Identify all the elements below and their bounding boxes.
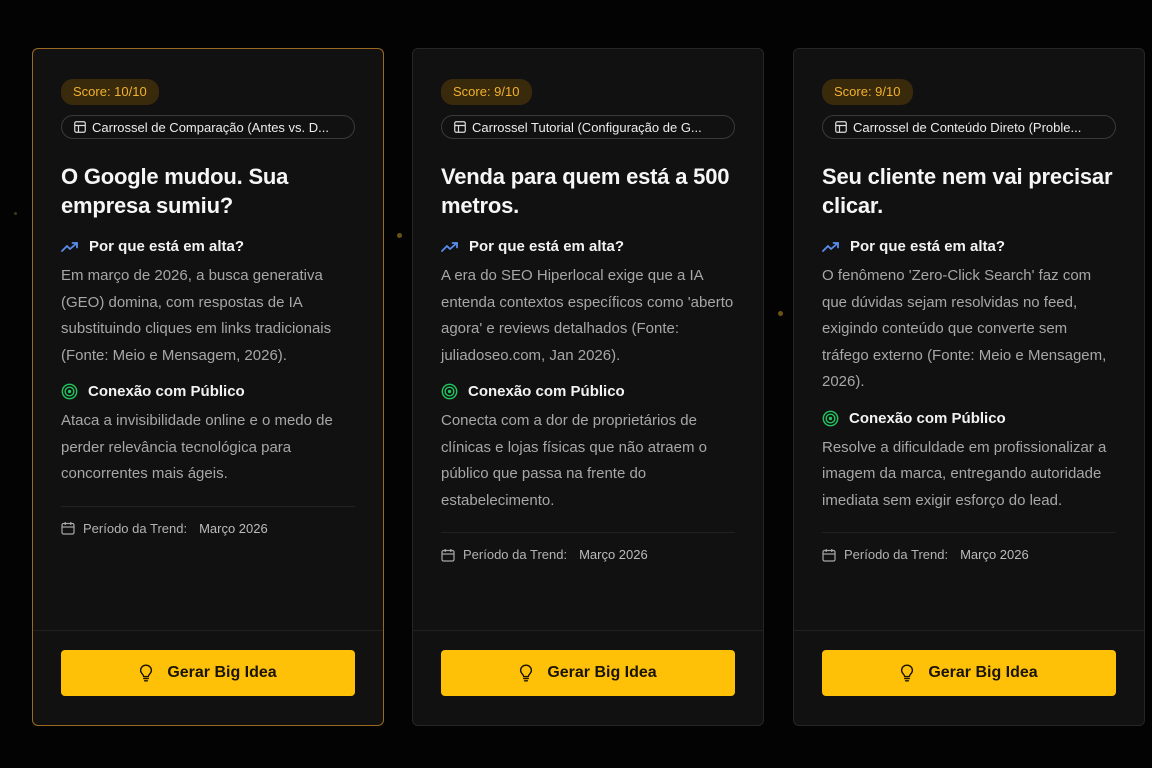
lightbulb-icon bbox=[520, 664, 533, 682]
why-trending-label: Por que está em alta? bbox=[850, 238, 1006, 255]
why-trending-title: Por que está em alta? bbox=[441, 238, 735, 255]
trending-up-icon bbox=[822, 241, 839, 252]
target-icon bbox=[61, 383, 78, 400]
trend-card[interactable]: Score: 9/10 Carrossel de Conteúdo Direto… bbox=[793, 48, 1145, 726]
generate-big-idea-label: Gerar Big Idea bbox=[547, 664, 657, 681]
lightbulb-icon bbox=[901, 664, 914, 682]
format-label: Carrossel de Comparação (Antes vs. D... bbox=[92, 119, 329, 135]
period-value: Março 2026 bbox=[579, 547, 648, 562]
why-trending-label: Por que está em alta? bbox=[89, 238, 245, 255]
audience-text: Ataca a invisibilidade online e o medo d… bbox=[61, 412, 333, 482]
trending-up-icon bbox=[61, 241, 78, 252]
generate-big-idea-label: Gerar Big Idea bbox=[167, 664, 277, 681]
trend-period: Período da Trend: Março 2026 bbox=[441, 547, 735, 562]
score-badge: Score: 10/10 bbox=[61, 79, 159, 105]
card-footer: Gerar Big Idea bbox=[413, 630, 763, 725]
target-icon bbox=[822, 410, 839, 426]
audience-label: Conexão com Público bbox=[849, 409, 1006, 427]
format-chip: Carrossel Tutorial (Configuração de G... bbox=[441, 115, 735, 139]
format-chip: Carrossel de Comparação (Antes vs. D... bbox=[61, 115, 355, 139]
audience-title: Conexão com Público bbox=[822, 410, 1116, 427]
generate-big-idea-label: Gerar Big Idea bbox=[928, 664, 1038, 681]
generate-big-idea-button[interactable]: Gerar Big Idea bbox=[441, 650, 735, 696]
audience-title: Conexão com Público bbox=[441, 383, 735, 400]
generate-big-idea-button[interactable]: Gerar Big Idea bbox=[61, 650, 355, 696]
period-label: Período da Trend: bbox=[463, 547, 568, 562]
calendar-icon bbox=[822, 548, 836, 562]
why-trending-label: Por que está em alta? bbox=[469, 238, 625, 255]
background-speck bbox=[397, 233, 402, 238]
score-badge: Score: 9/10 bbox=[441, 79, 532, 105]
audience-text: Conecta com a dor de proprietários de cl… bbox=[441, 412, 707, 509]
generate-big-idea-button[interactable]: Gerar Big Idea bbox=[822, 650, 1116, 696]
card-footer: Gerar Big Idea bbox=[794, 630, 1144, 725]
layout-icon bbox=[454, 121, 466, 133]
trend-card[interactable]: Score: 9/10 Carrossel Tutorial (Configur… bbox=[412, 48, 764, 726]
background-speck bbox=[778, 311, 783, 316]
background-speck bbox=[14, 212, 17, 215]
period-value: Março 2026 bbox=[199, 520, 268, 536]
card-headline: Seu cliente nem vai precisar clicar. bbox=[822, 164, 1113, 218]
trending-up-icon bbox=[441, 241, 458, 252]
divider bbox=[822, 532, 1116, 533]
format-label: Carrossel de Conteúdo Direto (Proble... bbox=[853, 119, 1082, 135]
why-trending-text: O fenômeno 'Zero-Click Search' faz com q… bbox=[822, 267, 1107, 390]
format-label: Carrossel Tutorial (Configuração de G... bbox=[472, 119, 702, 135]
period-label: Período da Trend: bbox=[844, 547, 949, 562]
audience-title: Conexão com Público bbox=[61, 383, 355, 400]
layout-icon bbox=[74, 121, 86, 133]
divider bbox=[441, 532, 735, 533]
card-headline: O Google mudou. Sua empresa sumiu? bbox=[61, 164, 289, 218]
why-trending-title: Por que está em alta? bbox=[822, 238, 1116, 255]
audience-text: Resolve a dificuldade em profissionaliza… bbox=[822, 438, 1107, 509]
lightbulb-icon bbox=[140, 664, 153, 682]
audience-label: Conexão com Público bbox=[468, 383, 625, 400]
why-trending-text: Em março de 2026, a busca generativa (GE… bbox=[61, 267, 332, 364]
trend-card[interactable]: Score: 10/10 Carrossel de Comparação (An… bbox=[32, 48, 384, 726]
why-trending-title: Por que está em alta? bbox=[61, 238, 355, 255]
trend-period: Período da Trend: Março 2026 bbox=[61, 521, 355, 536]
target-icon bbox=[441, 383, 458, 400]
divider bbox=[61, 505, 355, 507]
trend-period: Período da Trend: Março 2026 bbox=[822, 547, 1116, 562]
audience-label: Conexão com Público bbox=[88, 383, 245, 400]
calendar-icon bbox=[441, 548, 455, 562]
why-trending-text: A era do SEO Hiperlocal exige que a IA e… bbox=[441, 267, 734, 364]
card-headline: Venda para quem está a 500 metros. bbox=[441, 164, 730, 218]
format-chip: Carrossel de Conteúdo Direto (Proble... bbox=[822, 115, 1116, 139]
period-label: Período da Trend: bbox=[83, 520, 188, 536]
layout-icon bbox=[835, 121, 847, 133]
calendar-icon bbox=[61, 522, 75, 535]
score-badge: Score: 9/10 bbox=[822, 79, 913, 105]
period-value: Março 2026 bbox=[960, 547, 1029, 562]
card-footer: Gerar Big Idea bbox=[33, 630, 383, 725]
